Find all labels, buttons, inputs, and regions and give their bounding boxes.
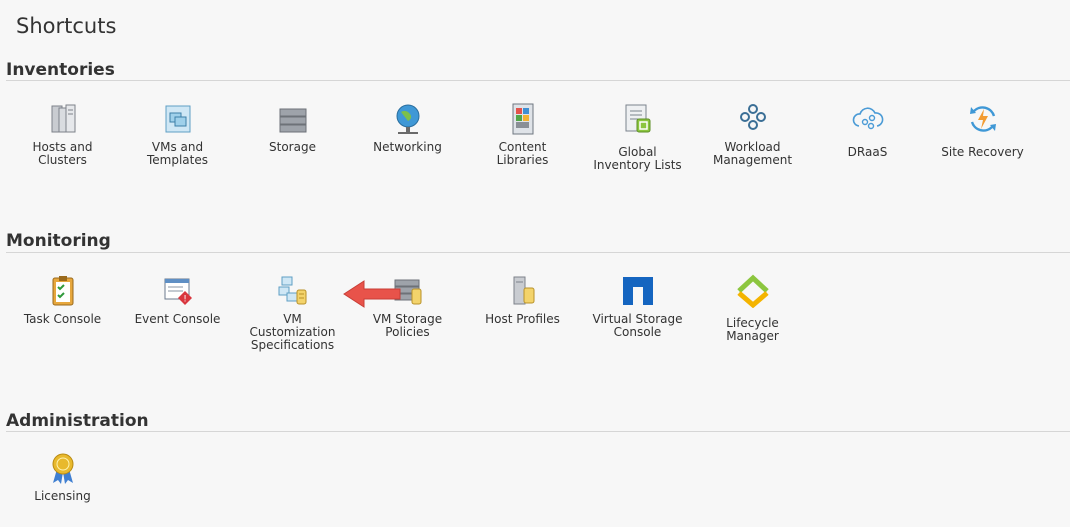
- shortcut-label: Networking: [373, 140, 442, 154]
- shortcut-label: Workload Management: [712, 140, 793, 167]
- shortcut-label: Lifecycle Manager: [726, 316, 779, 343]
- hosts-clusters-icon: [51, 104, 75, 133]
- monitoring-section: Monitoring Task Console ! Event Console: [0, 231, 1070, 381]
- section-title-monitoring: Monitoring: [6, 231, 111, 251]
- licensing-icon: [52, 453, 73, 484]
- shortcut-workload-management[interactable]: Workload Management: [695, 102, 810, 167]
- shortcut-virtual-storage-console[interactable]: Virtual Storage Console: [580, 274, 695, 339]
- section-title-administration: Administration: [6, 411, 149, 431]
- shortcut-global-inventory-lists[interactable]: Global Inventory Lists: [580, 102, 695, 172]
- shortcut-label: Licensing: [34, 489, 91, 503]
- shortcut-label: Site Recovery: [941, 145, 1024, 159]
- global-inventory-icon: [625, 104, 650, 133]
- section-divider: [6, 80, 1070, 81]
- draas-icon: [852, 107, 883, 130]
- section-title-inventories: Inventories: [6, 60, 115, 80]
- shortcut-storage[interactable]: Storage: [235, 102, 350, 154]
- shortcut-vms-and-templates[interactable]: VMs and Templates: [120, 102, 235, 167]
- shortcut-label: VM Customization Specifications: [249, 312, 336, 352]
- content-libraries-icon: [512, 103, 533, 135]
- inventories-section: Inventories Hosts and Clusters VMs and Tem…: [0, 60, 1070, 210]
- shortcut-lifecycle-manager[interactable]: Lifecycle Manager: [695, 274, 810, 343]
- workload-management-icon: [739, 104, 766, 130]
- shortcut-label: Task Console: [23, 312, 102, 326]
- shortcut-label: Global Inventory Lists: [593, 145, 682, 172]
- shortcut-label: Content Libraries: [496, 140, 549, 167]
- shortcut-label: DRaaS: [847, 145, 888, 159]
- shortcut-content-libraries[interactable]: Content Libraries: [465, 102, 580, 167]
- lifecycle-manager-icon: [736, 274, 769, 308]
- shortcut-site-recovery[interactable]: Site Recovery: [925, 102, 1040, 159]
- storage-icon: [279, 108, 306, 133]
- administration-section: Administration Licensing: [0, 411, 1070, 521]
- shortcut-draas[interactable]: DRaaS: [810, 102, 925, 159]
- shortcut-label: Hosts and Clusters: [32, 140, 93, 167]
- shortcut-label: Storage: [269, 140, 316, 154]
- svg-text:!: !: [183, 295, 187, 305]
- task-console-icon: [52, 276, 73, 306]
- networking-icon: [396, 104, 419, 134]
- section-divider: [6, 252, 1070, 253]
- shortcut-label: VMs and Templates: [146, 140, 208, 167]
- vms-templates-icon: [165, 105, 190, 133]
- page-title: Shortcuts: [16, 14, 117, 38]
- section-divider: [6, 431, 1070, 432]
- virtual-storage-console-icon: [622, 277, 653, 305]
- shortcut-licensing[interactable]: Licensing: [5, 451, 120, 503]
- shortcut-label: Event Console: [134, 312, 221, 326]
- shortcut-task-console[interactable]: Task Console: [5, 274, 120, 326]
- shortcut-vm-customization-specifications[interactable]: VM Customization Specifications: [235, 274, 350, 352]
- shortcut-label: VM Storage Policies: [372, 312, 443, 339]
- shortcut-hosts-and-clusters[interactable]: Hosts and Clusters: [5, 102, 120, 167]
- event-console-icon: !: [164, 278, 192, 305]
- shortcut-host-profiles[interactable]: Host Profiles: [465, 274, 580, 326]
- shortcut-networking[interactable]: Networking: [350, 102, 465, 154]
- host-profiles-icon: [513, 276, 534, 305]
- site-recovery-icon: [969, 106, 996, 132]
- shortcut-event-console[interactable]: ! Event Console: [120, 274, 235, 326]
- annotation-arrow: [343, 280, 401, 308]
- shortcut-label: Virtual Storage Console: [592, 312, 683, 339]
- shortcut-label: Host Profiles: [485, 312, 560, 326]
- vm-customization-icon: [278, 276, 306, 305]
